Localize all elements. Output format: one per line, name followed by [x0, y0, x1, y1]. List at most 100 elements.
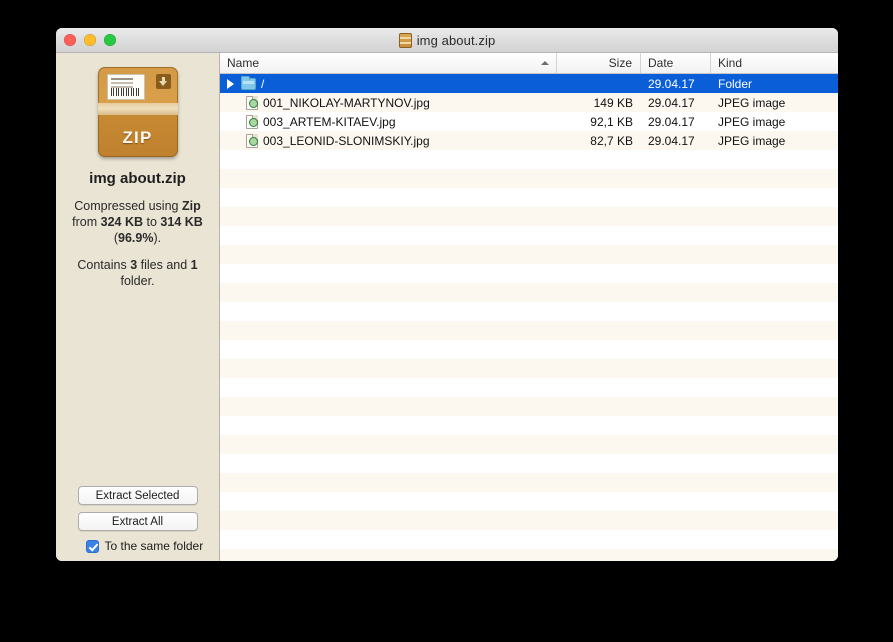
- folder-icon: [241, 75, 256, 90]
- empty-row: [220, 169, 838, 188]
- archive-window: img about.zip ZIP img about.zip Compress…: [56, 28, 838, 561]
- cell-date: 29.04.17: [648, 114, 695, 129]
- same-folder-label: To the same folder: [104, 539, 204, 553]
- compression-info: Compressed using Zip from 324 KB to 314 …: [68, 198, 208, 246]
- cell-kind: JPEG image: [718, 114, 786, 129]
- title-group: img about.zip: [398, 32, 496, 48]
- window-body: ZIP img about.zip Compressed using Zip f…: [56, 53, 838, 561]
- extract-all-button[interactable]: Extract All: [77, 512, 198, 531]
- empty-row: [220, 378, 838, 397]
- compression-middle: from: [72, 215, 101, 229]
- jpeg-file-icon: [246, 133, 258, 148]
- cell-size: 82,7 KB: [590, 133, 633, 148]
- file-name-label: 003_ARTEM-KITAEV.jpg: [263, 114, 396, 129]
- jpeg-file-icon: [246, 114, 258, 129]
- cell-name: /: [220, 74, 557, 93]
- column-header-date-label: Date: [648, 56, 674, 70]
- column-header-date[interactable]: Date: [641, 53, 711, 73]
- archive-file-name: img about.zip: [89, 170, 186, 187]
- extract-selected-button[interactable]: Extract Selected: [77, 486, 198, 505]
- table-row[interactable]: 003_ARTEM-KITAEV.jpg 92,1 KB 29.04.17 JPEG …: [220, 112, 838, 131]
- cell-size: [557, 74, 641, 93]
- jpeg-file-icon: [246, 95, 258, 110]
- empty-row: [220, 207, 838, 226]
- empty-row: [220, 397, 838, 416]
- file-list[interactable]: Name Size Date Kind / 29.04.17 Folder 001_N…: [220, 53, 838, 561]
- title-bar: img about.zip: [56, 28, 838, 53]
- folders-word: folder.: [120, 274, 155, 288]
- table-row[interactable]: 001_NIKOLAY-MARTYNOV.jpg 149 KB 29.04.17 JP…: [220, 93, 838, 112]
- window-controls: [64, 28, 116, 52]
- same-folder-checkbox[interactable]: [85, 539, 99, 553]
- zip-icon-label: ZIP: [122, 128, 153, 147]
- empty-row: [220, 530, 838, 549]
- compression-to: to: [143, 215, 161, 229]
- empty-row: [220, 150, 838, 169]
- empty-row: [220, 492, 838, 511]
- minimize-button[interactable]: [84, 34, 96, 46]
- disclosure-triangle-icon[interactable]: [227, 78, 234, 89]
- empty-row: [220, 359, 838, 378]
- window-title: img about.zip: [416, 32, 496, 48]
- close-paren: ).: [153, 231, 162, 245]
- cell-date: 29.04.17: [648, 95, 695, 110]
- file-name-label: 003_LEONID-SLONIMSKIY.jpg: [263, 133, 430, 148]
- cell-kind: JPEG image: [718, 95, 786, 110]
- column-header-name-label: Name: [227, 56, 260, 70]
- empty-row: [220, 245, 838, 264]
- compression-method: Zip: [181, 199, 201, 213]
- column-header-kind[interactable]: Kind: [711, 53, 838, 73]
- empty-row: [220, 416, 838, 435]
- cell-date: 29.04.17: [648, 133, 695, 148]
- file-list-rows: / 29.04.17 Folder 001_NIKOLAY-MARTYNOV.jpg 1…: [220, 74, 838, 561]
- column-header-kind-label: Kind: [718, 56, 743, 70]
- empty-row: [220, 264, 838, 283]
- empty-row: [220, 226, 838, 245]
- table-row[interactable]: 003_LEONID-SLONIMSKIY.jpg 82,7 KB 29.04.17…: [220, 131, 838, 150]
- contents-info: Contains 3 files and 1 folder.: [68, 257, 208, 289]
- empty-row: [220, 435, 838, 454]
- original-size: 324 KB: [100, 215, 144, 229]
- empty-row: [220, 283, 838, 302]
- zip-file-icon: [398, 32, 412, 48]
- file-list-header: Name Size Date Kind: [220, 53, 838, 74]
- empty-row: [220, 511, 838, 530]
- empty-row: [220, 340, 838, 359]
- folder-count: 1: [190, 258, 198, 272]
- file-name-label: /: [261, 76, 265, 91]
- table-row[interactable]: / 29.04.17 Folder: [220, 74, 838, 93]
- empty-row: [220, 302, 838, 321]
- cell-kind: Folder: [718, 76, 753, 91]
- info-sidebar: ZIP img about.zip Compressed using Zip f…: [56, 53, 220, 561]
- column-header-name[interactable]: Name: [220, 53, 557, 73]
- tape-stripe: [97, 103, 178, 115]
- compressed-size: 314 KB: [160, 215, 203, 229]
- compression-prefix: Compressed using: [74, 199, 182, 213]
- download-arrow-icon: [155, 74, 171, 89]
- empty-row: [220, 454, 838, 473]
- contents-prefix: Contains: [77, 258, 131, 272]
- cell-size: 149 KB: [593, 95, 633, 110]
- compression-ratio: 96.9%: [118, 231, 154, 245]
- shipping-label-icon: [106, 74, 145, 100]
- cell-size: 92,1 KB: [590, 114, 633, 129]
- files-word: files and: [137, 258, 191, 272]
- cell-name: 003_LEONID-SLONIMSKIY.jpg: [220, 131, 557, 150]
- cell-date: 29.04.17: [648, 76, 695, 91]
- sidebar-actions: Extract Selected Extract All To the same…: [56, 486, 219, 553]
- maximize-button[interactable]: [104, 34, 116, 46]
- column-header-size-label: Size: [608, 56, 632, 70]
- file-name-label: 001_NIKOLAY-MARTYNOV.jpg: [263, 95, 430, 110]
- cell-name: 001_NIKOLAY-MARTYNOV.jpg: [220, 93, 557, 112]
- zip-archive-icon: ZIP: [97, 67, 178, 157]
- cell-kind: JPEG image: [718, 133, 786, 148]
- column-header-size[interactable]: Size: [557, 53, 641, 73]
- same-folder-checkbox-row[interactable]: To the same folder: [68, 539, 208, 553]
- empty-row: [220, 321, 838, 340]
- empty-row: [220, 549, 838, 561]
- empty-row: [220, 188, 838, 207]
- close-button[interactable]: [64, 34, 76, 46]
- sort-ascending-icon: [541, 61, 549, 65]
- empty-row: [220, 473, 838, 492]
- cell-name: 003_ARTEM-KITAEV.jpg: [220, 112, 557, 131]
